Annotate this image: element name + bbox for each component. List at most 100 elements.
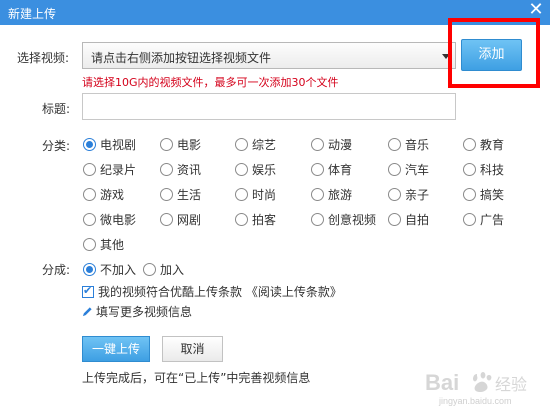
footer-note: 上传完成后，可在“已上传”中完善视频信息 bbox=[82, 371, 311, 385]
category-option-label: 电视剧 bbox=[100, 137, 137, 152]
category-option[interactable]: 纪录片 bbox=[83, 161, 136, 177]
window-title: 新建上传 bbox=[8, 7, 57, 21]
radio-button[interactable] bbox=[160, 212, 173, 226]
category-option[interactable]: 音乐 bbox=[388, 136, 429, 152]
radio-button[interactable] bbox=[160, 187, 173, 201]
check-icon: ✔ bbox=[83, 283, 93, 297]
add-button[interactable]: 添加 bbox=[461, 39, 522, 71]
radio-button[interactable] bbox=[143, 262, 156, 276]
category-option-label: 体育 bbox=[328, 162, 353, 177]
share-option[interactable]: 不加入 bbox=[83, 261, 136, 277]
category-option[interactable]: 其他 bbox=[83, 236, 124, 252]
baidu-watermark: Bai 经验 jingyan.baidu.com bbox=[425, 370, 527, 406]
category-option-label: 科技 bbox=[480, 162, 505, 177]
category-option-label: 纪录片 bbox=[100, 162, 137, 177]
radio-button[interactable] bbox=[235, 187, 248, 201]
radio-button[interactable] bbox=[160, 162, 173, 176]
category-option-label: 动漫 bbox=[328, 137, 353, 152]
radio-button[interactable] bbox=[311, 212, 324, 226]
category-option[interactable]: 体育 bbox=[311, 161, 352, 177]
category-option-label: 其他 bbox=[100, 237, 125, 252]
radio-button[interactable] bbox=[83, 187, 96, 201]
radio-button[interactable] bbox=[463, 187, 476, 201]
category-option-label: 旅游 bbox=[328, 187, 353, 202]
more-info-link[interactable]: 填写更多视频信息 bbox=[82, 303, 192, 320]
close-icon[interactable]: ✕ bbox=[528, 0, 544, 20]
category-option[interactable]: 微电影 bbox=[83, 211, 136, 227]
share-option[interactable]: 加入 bbox=[143, 261, 184, 277]
category-option[interactable]: 自拍 bbox=[388, 211, 429, 227]
share-option-label: 不加入 bbox=[100, 262, 137, 277]
category-option-label: 娱乐 bbox=[252, 162, 277, 177]
category-option[interactable]: 资讯 bbox=[160, 161, 201, 177]
category-option-label: 汽车 bbox=[405, 162, 430, 177]
cancel-button[interactable]: 取消 bbox=[162, 336, 223, 362]
radio-button[interactable] bbox=[311, 162, 324, 176]
terms-checkbox[interactable]: ✔ bbox=[82, 283, 94, 298]
category-option-label: 微电影 bbox=[100, 212, 137, 227]
radio-button[interactable] bbox=[463, 212, 476, 226]
category-option[interactable]: 时尚 bbox=[235, 186, 276, 202]
category-option[interactable]: 创意视频 bbox=[311, 211, 376, 227]
watermark-subtext: jingyan.baidu.com bbox=[438, 396, 512, 406]
terms-row: ✔ 我的视频符合优酷上传条款 《阅读上传条款》 bbox=[82, 283, 342, 300]
category-option[interactable]: 亲子 bbox=[388, 186, 429, 202]
upload-button[interactable]: 一键上传 bbox=[82, 336, 150, 362]
category-option[interactable]: 广告 bbox=[463, 211, 504, 227]
category-option-label: 教育 bbox=[480, 137, 505, 152]
title-input[interactable] bbox=[82, 93, 456, 120]
radio-button[interactable] bbox=[83, 212, 96, 226]
category-option[interactable]: 搞笑 bbox=[463, 186, 504, 202]
category-option-label: 搞笑 bbox=[480, 187, 505, 202]
category-option-label: 创意视频 bbox=[328, 212, 377, 227]
paw-icon bbox=[473, 372, 492, 393]
category-option[interactable]: 电影 bbox=[160, 136, 201, 152]
file-select-dropdown[interactable]: 请点击右侧添加按钮选择视频文件 bbox=[82, 42, 456, 69]
watermark-text-right: 经验 bbox=[495, 375, 527, 394]
category-option[interactable]: 生活 bbox=[160, 186, 201, 202]
radio-button[interactable] bbox=[388, 187, 401, 201]
pencil-icon bbox=[82, 307, 92, 317]
radio-button[interactable] bbox=[311, 137, 324, 151]
category-option-label: 广告 bbox=[480, 212, 505, 227]
category-option[interactable]: 汽车 bbox=[388, 161, 429, 177]
share-label: 分成: bbox=[42, 263, 71, 277]
category-option-label: 自拍 bbox=[405, 212, 430, 227]
category-option[interactable]: 娱乐 bbox=[235, 161, 276, 177]
category-option-label: 亲子 bbox=[405, 187, 430, 202]
category-option[interactable]: 拍客 bbox=[235, 211, 276, 227]
radio-button[interactable] bbox=[235, 162, 248, 176]
radio-button[interactable] bbox=[160, 137, 173, 151]
file-hint: 请选择10G内的视频文件，最多可一次添加30个文件 bbox=[82, 76, 339, 89]
category-option[interactable]: 教育 bbox=[463, 136, 504, 152]
radio-button[interactable] bbox=[463, 137, 476, 151]
category-option[interactable]: 综艺 bbox=[235, 136, 276, 152]
video-label: 选择视频: bbox=[17, 51, 70, 65]
category-option-label: 网剧 bbox=[177, 212, 202, 227]
category-option[interactable]: 电视剧 bbox=[83, 136, 136, 152]
radio-button[interactable] bbox=[463, 162, 476, 176]
terms-text[interactable]: 我的视频符合优酷上传条款 《阅读上传条款》 bbox=[98, 283, 342, 300]
radio-button[interactable] bbox=[388, 212, 401, 226]
radio-button[interactable] bbox=[83, 237, 96, 251]
category-option[interactable]: 科技 bbox=[463, 161, 504, 177]
category-option[interactable]: 旅游 bbox=[311, 186, 352, 202]
radio-button[interactable] bbox=[235, 212, 248, 226]
category-option-label: 拍客 bbox=[252, 212, 277, 227]
category-option-label: 生活 bbox=[177, 187, 202, 202]
category-option[interactable]: 动漫 bbox=[311, 136, 352, 152]
radio-button[interactable] bbox=[83, 262, 96, 276]
category-option[interactable]: 游戏 bbox=[83, 186, 124, 202]
radio-button[interactable] bbox=[388, 137, 401, 151]
radio-button[interactable] bbox=[83, 162, 96, 176]
radio-button[interactable] bbox=[388, 162, 401, 176]
category-option-label: 游戏 bbox=[100, 187, 125, 202]
category-option[interactable]: 网剧 bbox=[160, 211, 201, 227]
radio-button[interactable] bbox=[83, 137, 96, 151]
radio-button[interactable] bbox=[311, 187, 324, 201]
title-label: 标题: bbox=[42, 102, 71, 116]
radio-button[interactable] bbox=[235, 137, 248, 151]
category-option-label: 时尚 bbox=[252, 187, 277, 202]
file-select-placeholder: 请点击右侧添加按钮选择视频文件 bbox=[91, 51, 272, 65]
category-option-label: 电影 bbox=[177, 137, 202, 152]
